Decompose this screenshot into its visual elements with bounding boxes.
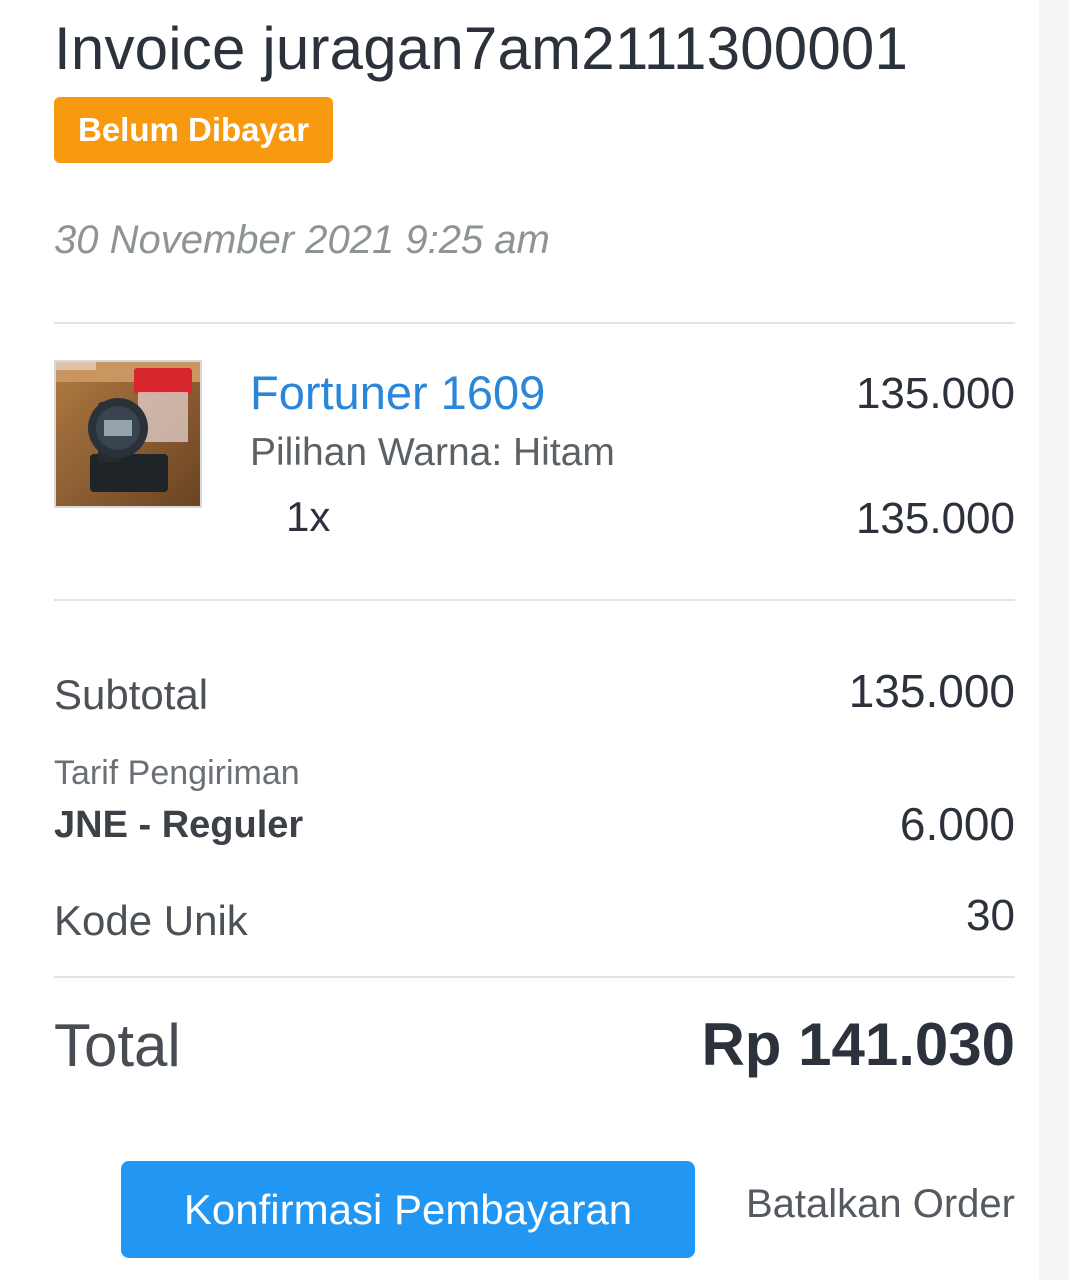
- product-variant: Pilihan Warna: Hitam: [250, 431, 615, 474]
- confirm-payment-button[interactable]: Konfirmasi Pembayaran: [121, 1161, 695, 1258]
- cancel-order-link[interactable]: Batalkan Order: [746, 1182, 1015, 1227]
- divider: [54, 599, 1015, 601]
- watch-photo-icon: [56, 362, 200, 506]
- payment-status-badge: Belum Dibayar: [54, 97, 334, 163]
- subtotal-label: Subtotal: [54, 671, 209, 718]
- invoice-title: Invoice juragan7am2111300001: [54, 15, 909, 82]
- divider: [54, 976, 1015, 978]
- product-unit-price: 135.000: [855, 369, 1015, 418]
- subtotal-value: 135.000: [848, 665, 1015, 717]
- total-label: Total: [54, 1012, 181, 1079]
- page-edge: [1039, 0, 1069, 1280]
- shipping-label: Tarif Pengiriman: [54, 754, 300, 792]
- unique-code-label: Kode Unik: [54, 897, 248, 944]
- product-thumbnail[interactable]: [54, 360, 202, 508]
- shipping-value: 6.000: [899, 798, 1015, 850]
- product-name-link[interactable]: Fortuner 1609: [250, 365, 545, 420]
- unique-code-value: 30: [966, 891, 1015, 940]
- divider: [54, 322, 1015, 324]
- invoice-date: 30 November 2021 9:25 am: [54, 218, 550, 262]
- total-value: Rp 141.030: [701, 1011, 1015, 1078]
- product-quantity: 1x: [286, 493, 331, 540]
- shipping-service: JNE - Reguler: [54, 804, 304, 846]
- product-line-total: 135.000: [855, 494, 1015, 543]
